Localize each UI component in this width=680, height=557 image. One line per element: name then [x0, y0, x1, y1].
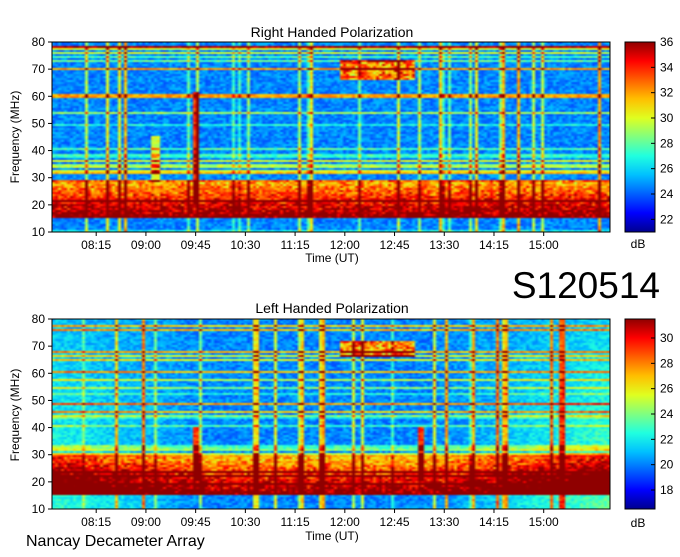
- colorbar-tick-label: 30: [660, 111, 674, 125]
- y-tick-label: 10: [32, 225, 46, 239]
- x-tick-label: 09:45: [181, 238, 211, 252]
- colorbar-tick-label: 26: [660, 382, 674, 396]
- colorbar-tick-label: 22: [660, 212, 674, 226]
- left-polarization-panel: Left Handed Polarization 08:15 09:00 09:45…: [8, 300, 674, 543]
- colorbar-tick-label: 36: [660, 35, 674, 49]
- colorbar-tick-label: 26: [660, 162, 674, 176]
- x-axis-ticks: 08:15 09:00 09:45 10:30 11:15 12:00 12:45 13:30…: [81, 232, 559, 252]
- x-tick-label: 15:00: [529, 515, 559, 529]
- y-tick-label: 60: [32, 366, 46, 380]
- spectrogram-plot: [51, 318, 611, 510]
- colorbar-tick-label: 22: [660, 432, 674, 446]
- y-tick-label: 50: [32, 393, 46, 407]
- y-axis-ticks: 10 20 30 40 50 60 70 80: [32, 312, 52, 516]
- chart-title: Left Handed Polarization: [255, 300, 408, 316]
- colorbar-scale: [624, 318, 656, 510]
- x-tick-label: 11:15: [281, 238, 310, 252]
- x-axis-ticks: 08:15 09:00 09:45 10:30 11:15 12:00 12:45 13:30…: [81, 509, 559, 529]
- chart-title: Right Handed Polarization: [251, 24, 414, 40]
- x-tick-label: 15:00: [529, 238, 559, 252]
- colorbar-unit-label: dB: [631, 516, 646, 530]
- y-axis-label: Frequency (MHz): [8, 91, 22, 184]
- x-tick-label: 13:30: [429, 238, 459, 252]
- y-tick-label: 30: [32, 448, 46, 462]
- spectrogram-plot: [51, 41, 611, 233]
- y-tick-label: 20: [32, 198, 46, 212]
- right-polarization-panel: Right Handed Polarization 08:15 09:00 09:4…: [8, 24, 674, 265]
- y-tick-label: 80: [32, 35, 46, 49]
- x-tick-label: 09:00: [131, 238, 161, 252]
- y-tick-label: 40: [32, 421, 46, 435]
- x-tick-label: 13:30: [429, 515, 459, 529]
- colorbar-tick-label: 20: [660, 458, 674, 472]
- x-tick-label: 12:45: [380, 238, 410, 252]
- colorbar-tick-label: 28: [660, 136, 674, 150]
- y-axis-label: Frequency (MHz): [8, 369, 22, 462]
- instrument-label: Nancay Decameter Array: [26, 533, 205, 550]
- spectrogram-figure: Right Handed Polarization 08:15 09:00 09:4…: [8, 24, 674, 550]
- colorbar-tick-label: 32: [660, 86, 674, 100]
- y-tick-label: 40: [32, 144, 46, 158]
- spectrogram-image: [52, 319, 610, 509]
- y-tick-label: 80: [32, 312, 46, 326]
- x-tick-label: 12:00: [330, 515, 360, 529]
- colorbar-tick-label: 24: [660, 187, 674, 201]
- y-tick-label: 10: [32, 502, 46, 516]
- y-tick-label: 70: [32, 62, 46, 76]
- x-tick-label: 09:00: [131, 515, 161, 529]
- x-tick-label: 09:45: [181, 515, 211, 529]
- colorbar-tick-label: 34: [660, 60, 674, 74]
- spectrogram-image: [52, 42, 610, 232]
- y-axis-ticks: 10 20 30 40 50 60 70 80: [32, 35, 52, 239]
- colorbar-tick-label: 24: [660, 407, 674, 421]
- date-code-label: S120514: [512, 265, 660, 306]
- x-tick-label: 11:15: [281, 515, 310, 529]
- y-tick-label: 50: [32, 116, 46, 130]
- colorbar-tick-label: 30: [660, 331, 674, 345]
- colorbar-tick-label: 28: [660, 356, 674, 370]
- colorbar-scale: [624, 41, 656, 233]
- x-tick-label: 14:15: [479, 238, 509, 252]
- colorbar-tick-label: 18: [660, 483, 674, 497]
- colorbar-unit-label: dB: [631, 237, 646, 251]
- y-tick-label: 30: [32, 171, 46, 185]
- y-tick-label: 20: [32, 475, 46, 489]
- x-tick-label: 12:45: [380, 515, 410, 529]
- colorbar: 18 20 22 24 26 28 30: [624, 318, 674, 510]
- x-tick-label: 08:15: [81, 238, 111, 252]
- x-tick-label: 14:15: [479, 515, 509, 529]
- x-tick-label: 12:00: [330, 238, 360, 252]
- y-tick-label: 60: [32, 89, 46, 103]
- x-tick-label: 10:30: [230, 515, 260, 529]
- y-tick-label: 70: [32, 339, 46, 353]
- x-tick-label: 08:15: [81, 515, 111, 529]
- x-axis-label: Time (UT): [305, 529, 359, 543]
- x-tick-label: 10:30: [230, 238, 260, 252]
- colorbar: 22 24 26 28 30 32 34 36: [624, 35, 674, 233]
- x-axis-label: Time (UT): [305, 251, 359, 265]
